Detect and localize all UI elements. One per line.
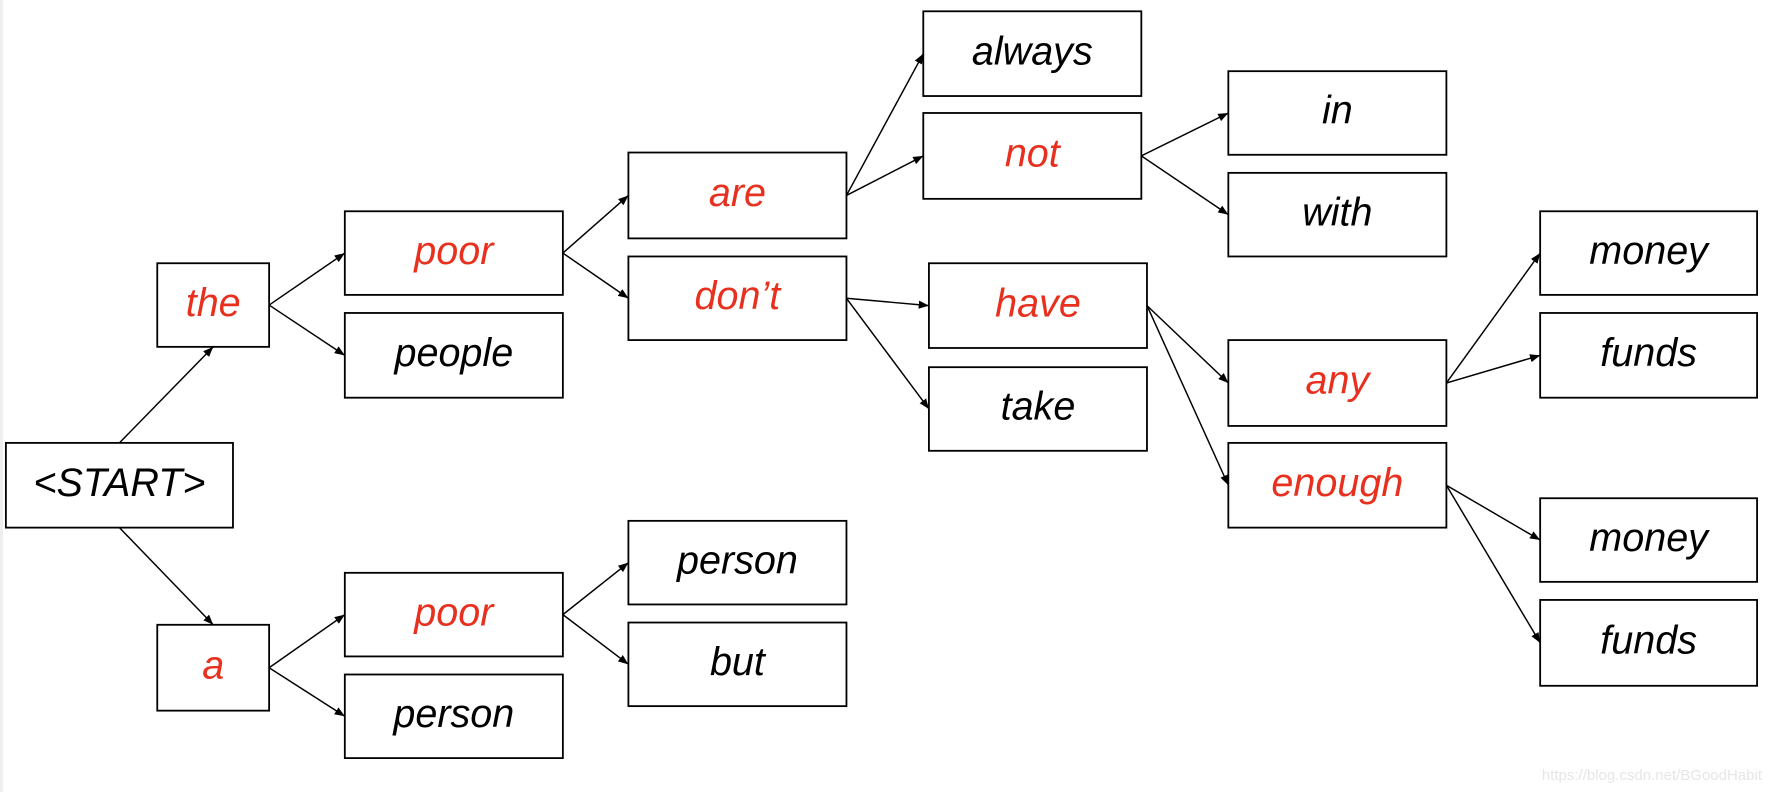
- node-the: the: [156, 262, 271, 348]
- edge-arrow-poor1-to-are: [562, 194, 629, 254]
- node-enough: enough: [1227, 441, 1448, 529]
- node-any: any: [1227, 339, 1448, 427]
- node-label: any: [1305, 359, 1371, 403]
- edge-arrow-have-to-enough: [1146, 305, 1230, 486]
- node-label: people: [393, 331, 513, 375]
- node-label: funds: [1600, 619, 1697, 663]
- node-label: are: [709, 171, 766, 215]
- edge-arrow-have-to-any: [1146, 305, 1229, 384]
- node-label: a: [202, 643, 224, 687]
- edge-arrow-a-to-poor2: [268, 614, 346, 669]
- edge-arrow-enough-to-money2: [1446, 484, 1541, 541]
- node-people: people: [343, 312, 564, 399]
- node-label: the: [186, 281, 241, 325]
- edge-arrow-poor1-to-dont: [562, 252, 629, 299]
- edge-arrow-enough-to-funds2: [1445, 484, 1541, 644]
- edge-arrow-not-to-in: [1141, 112, 1229, 157]
- node-label: don’t: [695, 274, 783, 318]
- node-label: person: [392, 692, 514, 736]
- node-label: with: [1302, 190, 1372, 234]
- node-label: take: [1001, 385, 1076, 429]
- node-money2: money: [1539, 497, 1758, 583]
- edge-arrow-dont-to-have: [846, 297, 929, 309]
- edge-arrow-any-to-money1: [1445, 252, 1541, 384]
- edge-arrow-the-to-poor1: [268, 252, 346, 306]
- node-are: are: [627, 151, 848, 240]
- edge-arrow-start-to-a: [118, 527, 214, 626]
- watermark: https://blog.csdn.net/BGoodHabit: [1541, 767, 1762, 784]
- node-always: always: [922, 10, 1143, 97]
- edge-arrow-poor2-to-but: [562, 614, 629, 665]
- node-label: <START>: [33, 461, 205, 505]
- node-poor1: poor: [343, 210, 564, 296]
- node-label: always: [972, 29, 1093, 73]
- node-label: funds: [1600, 331, 1697, 375]
- node-label: money: [1589, 516, 1710, 560]
- node-label: not: [1005, 132, 1062, 176]
- edge-arrow-a-to-person1: [268, 667, 346, 717]
- node-take: take: [928, 366, 1148, 452]
- node-have: have: [928, 262, 1148, 349]
- node-label: poor: [413, 590, 495, 634]
- node-a: a: [156, 623, 271, 712]
- edge-arrow-start-to-the: [118, 346, 214, 444]
- edge-arrow-dont-to-take: [845, 297, 930, 410]
- node-but: but: [627, 621, 848, 708]
- node-label: money: [1589, 229, 1710, 273]
- node-label: but: [710, 640, 767, 684]
- nodes-layer: <START> the a poor people poor person are don’t p…: [4, 10, 1758, 760]
- node-person2: person: [627, 519, 848, 606]
- node-funds2: funds: [1539, 599, 1758, 687]
- node-with: with: [1227, 171, 1448, 258]
- node-money1: money: [1539, 210, 1758, 296]
- word-tree-diagram: <START> the a poor people poor person are don’t p…: [4, 10, 1758, 760]
- edge-arrow-any-to-funds1: [1446, 354, 1541, 384]
- edge-arrow-poor2-to-person2: [562, 562, 629, 616]
- node-dont: don’t: [627, 255, 848, 341]
- node-funds1: funds: [1539, 312, 1758, 399]
- edge-arrow-the-to-people: [268, 304, 346, 356]
- edge-arrow-are-to-always: [845, 53, 924, 196]
- node-label: have: [995, 281, 1081, 325]
- node-label: poor: [413, 229, 495, 273]
- node-in: in: [1227, 70, 1448, 156]
- node-start: <START>: [4, 441, 234, 529]
- node-poor2: poor: [343, 571, 564, 658]
- edge-arrow-not-to-with: [1140, 155, 1229, 216]
- node-label: enough: [1271, 461, 1403, 505]
- node-person1: person: [343, 673, 564, 760]
- node-label: person: [676, 538, 798, 582]
- node-not: not: [922, 112, 1143, 200]
- node-label: in: [1322, 89, 1353, 133]
